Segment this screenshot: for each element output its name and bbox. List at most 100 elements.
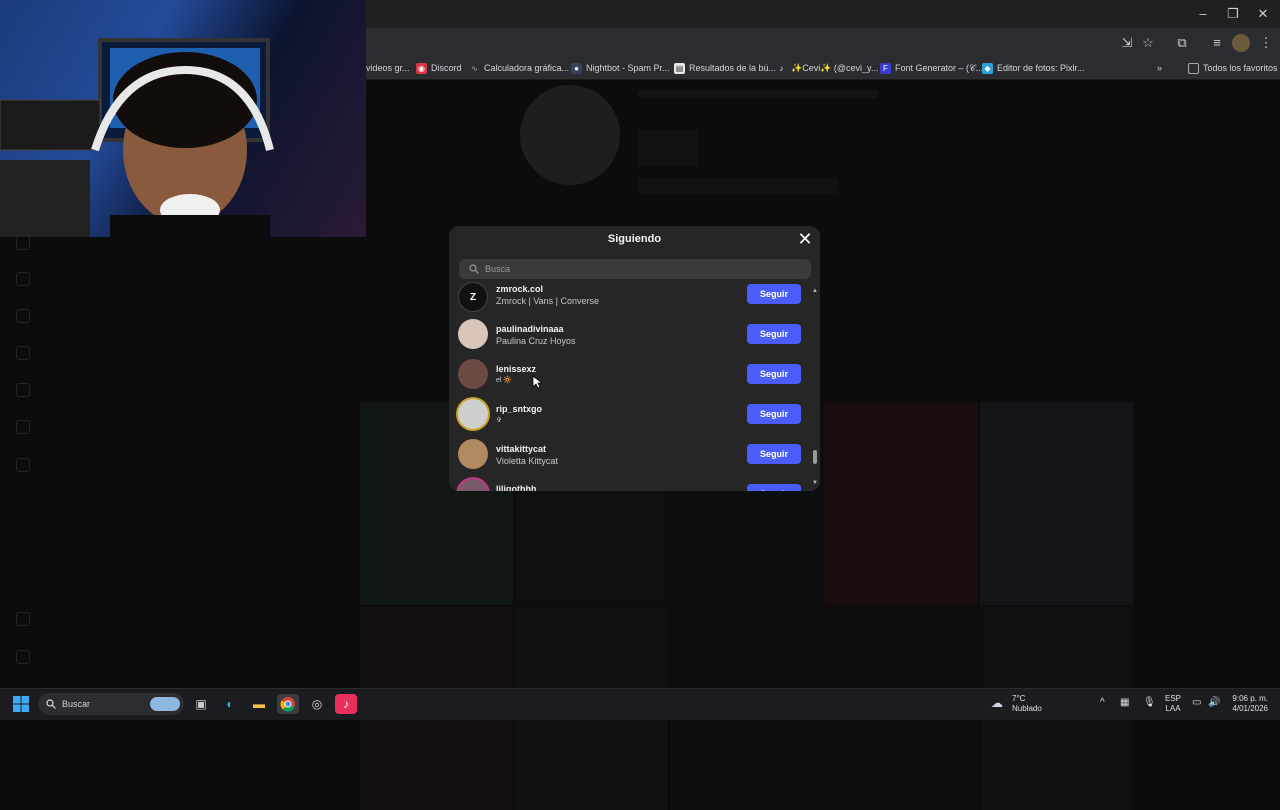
all-bookmarks-item[interactable]: Todos los favoritos (1188, 59, 1278, 77)
bookmark-item[interactable]: ● Nightbot - Spam Pr... (571, 59, 670, 77)
follow-button[interactable]: Seguir (747, 404, 801, 424)
follow-button[interactable]: Seguir (747, 444, 801, 464)
bookmark-item[interactable]: ∿ Calculadora gráfica... (469, 59, 569, 77)
tiktok-icon: ♪ (779, 63, 784, 73)
username[interactable]: lenissexz (496, 363, 536, 375)
bookmark-item[interactable]: ◆ Editor de fotos: Pixlr... (982, 59, 1085, 77)
search-input[interactable] (485, 264, 785, 274)
microphone-icon[interactable]: 🎙 (1143, 698, 1156, 708)
avatar[interactable] (458, 439, 488, 469)
full-name: ✞ (496, 417, 502, 424)
follow-button[interactable]: Seguir (747, 284, 801, 304)
tiktok-live-icon[interactable]: ♪ (335, 694, 357, 714)
sidebar-item-dashboard (16, 420, 30, 434)
sidebar-item-profile (16, 458, 30, 472)
chrome-icon[interactable] (277, 694, 299, 714)
windows-start-icon[interactable] (13, 696, 29, 712)
bookmark-item[interactable]: videos gr... (366, 59, 410, 77)
scroll-up-icon[interactable]: ▲ (812, 288, 818, 294)
close-window-icon[interactable]: ✕ (1248, 4, 1278, 24)
bookmark-label: Calculadora gráfica... (484, 63, 570, 73)
language-bottom: LAA (1165, 704, 1181, 713)
avatar[interactable] (458, 319, 488, 349)
cloud-icon: ☁ (991, 696, 1003, 710)
list-item[interactable]: Z zmrock.col Zmrock | Vans | Converse Se… (449, 282, 809, 322)
post-thumbnail (980, 402, 1133, 605)
chevron-up-icon[interactable]: ^ (1100, 698, 1105, 708)
bookmark-star-icon[interactable]: ☆ (1139, 34, 1157, 52)
edge-icon[interactable]: ◐ (219, 694, 241, 714)
sidebar-item-meta (16, 650, 30, 664)
full-name: Zmrock | Vans | Converse (496, 296, 600, 306)
pixlr-icon: ◆ (982, 62, 993, 74)
avatar[interactable] (458, 399, 488, 429)
clock[interactable]: 9:06 p. m. 4/01/2026 (1228, 694, 1268, 714)
bookmark-item[interactable]: ▤ Resultados de la bú... (674, 59, 776, 77)
username[interactable]: liliqothhh (496, 483, 537, 491)
bookmark-item[interactable]: ◉ Discord (416, 59, 462, 77)
obs-icon[interactable]: ◎ (306, 694, 328, 714)
mouse-cursor-icon (532, 375, 542, 389)
clock-date: 4/01/2026 (1232, 704, 1268, 713)
sidebar-item-explore (16, 236, 30, 250)
scroll-down-icon[interactable]: ▼ (812, 480, 818, 486)
avatar[interactable] (458, 479, 488, 491)
followed-by-placeholder (638, 178, 838, 194)
full-name: Paulina Cruz Hoyos (496, 336, 576, 346)
search-highlight-icon (150, 697, 180, 711)
weather-widget[interactable]: 7°C Nublado (1012, 694, 1042, 714)
following-modal: Siguiendo ✕ Z zmrock.col Zmrock | Vans |… (449, 226, 820, 491)
minimize-icon[interactable]: – (1188, 4, 1218, 24)
weather-desc: Nublado (1012, 704, 1042, 713)
avatar[interactable] (458, 359, 488, 389)
install-app-icon[interactable]: ⇲ (1118, 34, 1136, 52)
follow-button[interactable]: Seguir (747, 484, 801, 491)
discord-icon: ◉ (416, 62, 427, 74)
avatar[interactable]: Z (458, 282, 488, 312)
bookmark-label: Nightbot - Spam Pr... (586, 63, 670, 73)
webcam-overlay (0, 0, 366, 237)
modal-title: Siguiendo (607, 233, 662, 245)
post-thumbnail (825, 402, 978, 605)
bookmark-label: Resultados de la bú... (689, 63, 777, 73)
weather-temp: 7°C (1012, 694, 1026, 703)
language-top: ESP (1165, 694, 1182, 703)
scrollbar-thumb[interactable] (813, 450, 817, 464)
file-explorer-icon[interactable]: ▬ (248, 694, 270, 714)
sidebar-item-create (16, 383, 30, 397)
profile-bio-placeholder (638, 130, 698, 166)
close-icon[interactable]: ✕ (795, 230, 815, 250)
sidebar-item-reels (16, 272, 30, 286)
taskbar-search[interactable]: Buscar (38, 693, 184, 715)
bookmark-label: Discord (431, 63, 462, 73)
language-indicator[interactable]: ESP LAA (1165, 694, 1181, 714)
follow-button[interactable]: Seguir (747, 324, 801, 344)
bookmark-item[interactable]: ♪ ✨Cevi✨ (@cevi_y... (776, 59, 879, 77)
list-item[interactable]: vittakittycat Violetta Kittycat Seguir (449, 439, 809, 479)
task-view-icon[interactable]: ▣ (190, 694, 212, 714)
list-item[interactable]: paulinadivinaaa Paulina Cruz Hoyos Segui… (449, 319, 809, 359)
document-icon: ▤ (674, 62, 685, 74)
search-field[interactable] (459, 259, 811, 279)
network-icon[interactable]: ▭ (1192, 698, 1201, 708)
list-item[interactable]: liliqothhh Seguir (449, 479, 809, 491)
username[interactable]: zmrock.col (496, 283, 543, 295)
username[interactable]: vittakittycat (496, 443, 546, 455)
media-control-icon[interactable]: ≡ (1208, 34, 1226, 52)
kebab-menu-icon[interactable]: ⋮ (1257, 34, 1275, 52)
username[interactable]: rip_sntxgo (496, 403, 542, 415)
follow-button[interactable]: Seguir (747, 364, 801, 384)
clock-time: 9:06 p. m. (1232, 694, 1268, 703)
volume-icon[interactable]: 🔊 (1208, 698, 1220, 708)
taskbar-search-label: Buscar (62, 699, 91, 709)
list-item[interactable]: rip_sntxgo ✞ Seguir (449, 399, 809, 439)
tray-app-icon[interactable]: ▦ (1120, 698, 1129, 708)
more-bookmarks-icon[interactable]: » (1157, 59, 1162, 77)
list-item[interactable]: lenissexz el 🔆 Seguir (449, 359, 809, 399)
username[interactable]: paulinadivinaaa (496, 323, 564, 335)
bookmark-item[interactable]: F Font Generator – (𝒞... (880, 59, 983, 77)
full-name: Violetta Kittycat (496, 456, 558, 466)
restore-icon[interactable]: ❐ (1218, 4, 1248, 24)
extensions-icon[interactable]: ⧉ (1173, 34, 1191, 52)
profile-avatar-icon[interactable] (1232, 34, 1250, 52)
